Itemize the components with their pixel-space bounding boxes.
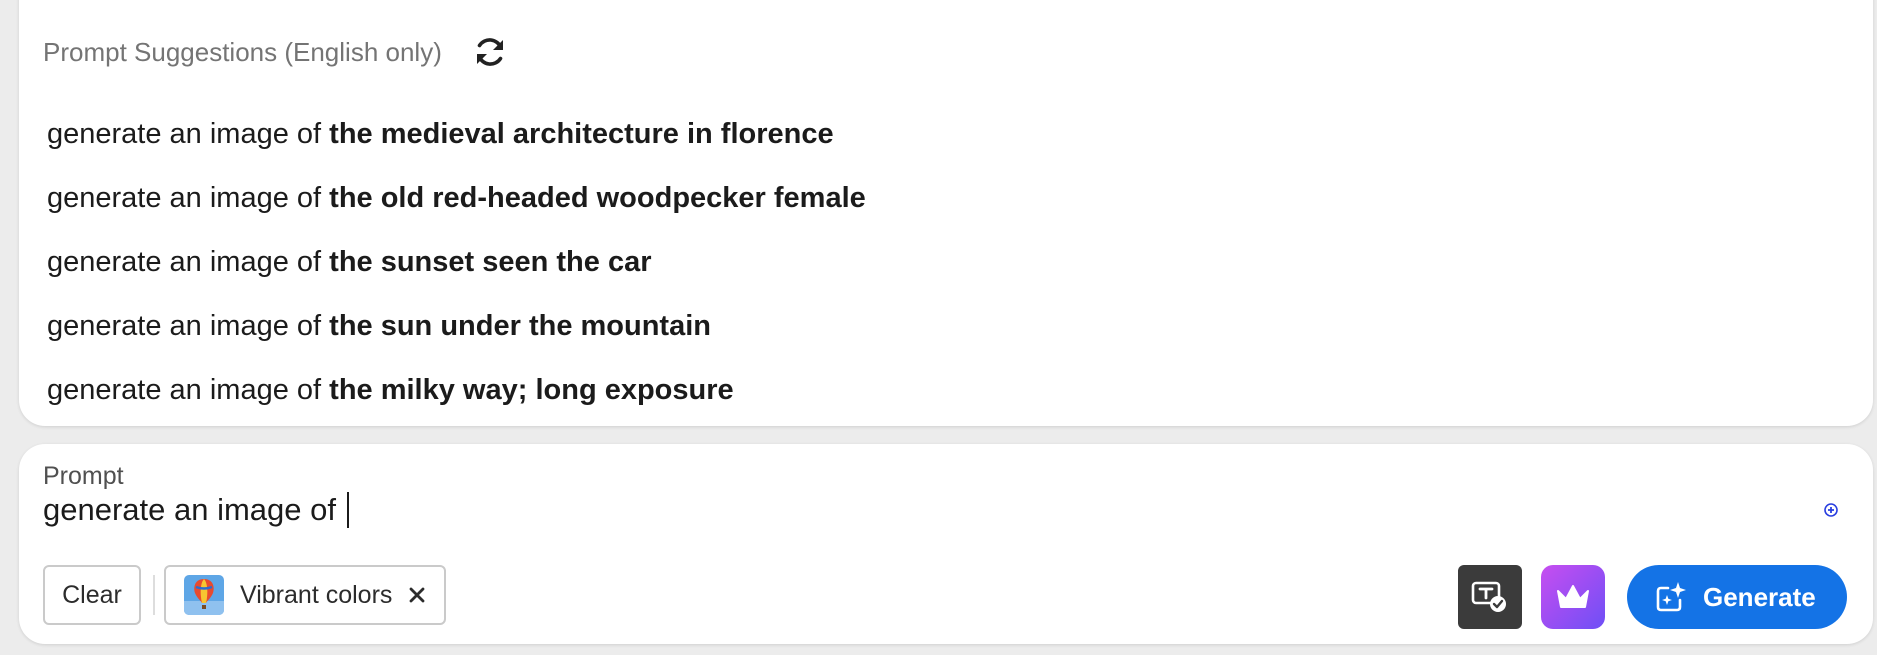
prompt-input[interactable]: generate an image of [43,492,349,528]
crown-icon [1557,585,1589,608]
premium-button[interactable] [1541,565,1605,629]
suggestion-prefix: generate an image of [47,246,330,278]
suggestion-prefix: generate an image of [47,182,330,214]
text-credentials-icon [1471,581,1506,612]
add-circle-icon[interactable] [1824,503,1838,517]
suggestion-subject: the sun under the mountain [329,310,711,342]
refresh-icon [476,38,503,66]
generate-button[interactable]: Generate [1627,565,1847,629]
suggestion-item[interactable]: generate an image of the sun under the m… [47,294,866,358]
prompt-input-text: generate an image of [43,492,345,527]
suggestion-item[interactable]: generate an image of the old red-headed … [47,166,866,230]
suggestion-subject: the old red-headed woodpecker female [329,182,866,214]
refresh-suggestions-button[interactable] [470,32,510,72]
toolbar-divider [153,575,155,615]
generate-sparkle-icon [1656,582,1686,612]
suggestion-subject: the medieval architecture in florence [329,118,834,150]
close-icon [410,587,425,603]
suggestions-header: Prompt Suggestions (English only) [43,32,510,72]
suggestions-title: Prompt Suggestions (English only) [43,36,442,67]
suggestion-item[interactable]: generate an image of the sunset seen the… [47,230,866,294]
clear-button[interactable]: Clear [43,565,141,625]
suggestion-subject: the sunset seen the car [329,246,652,278]
suggestion-item[interactable]: generate an image of the medieval archit… [47,102,866,166]
suggestion-list: generate an image of the medieval archit… [47,102,866,422]
suggestion-prefix: generate an image of [47,374,330,406]
prompt-label: Prompt [43,462,124,490]
text-caret [346,492,349,528]
text-credentials-button[interactable] [1458,565,1522,629]
prompt-suggestions-panel: Prompt Suggestions (English only) genera… [19,0,1873,426]
prompt-panel: Prompt generate an image of Clear Vibran… [19,444,1873,644]
suggestion-prefix: generate an image of [47,118,330,150]
suggestion-subject: the milky way; long exposure [329,374,734,406]
style-chip-vibrant-colors[interactable]: Vibrant colors [164,565,446,625]
suggestion-item[interactable]: generate an image of the milky way; long… [47,358,866,422]
hot-air-balloon-thumbnail [184,575,224,615]
suggestion-prefix: generate an image of [47,310,330,342]
style-chip-label: Vibrant colors [240,580,393,609]
remove-style-button[interactable] [406,584,428,606]
generate-label: Generate [1703,581,1816,612]
